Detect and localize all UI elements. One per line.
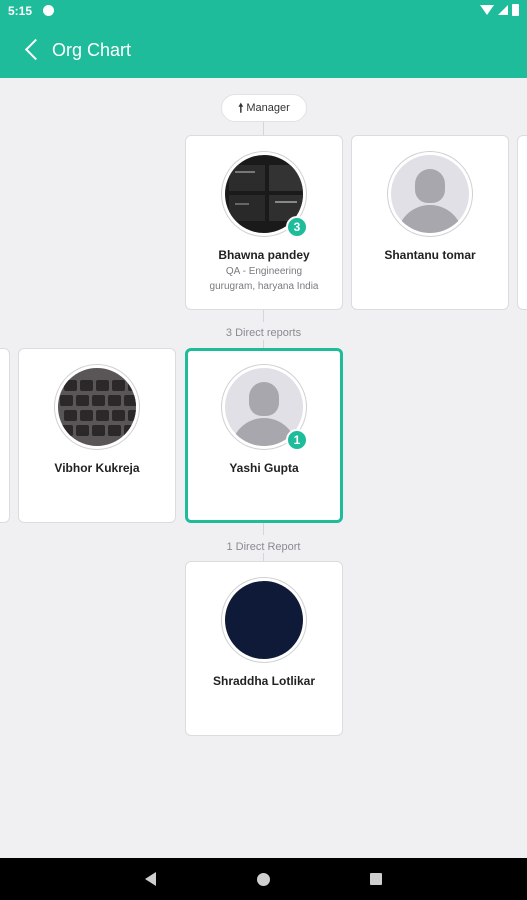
employee-card-shantanu[interactable]: Shantanu tomar <box>351 135 509 310</box>
org-chart-canvas[interactable]: 🠕 Manager 3 Bhawna pandey QA - Engineeri… <box>0 78 527 858</box>
wifi-icon <box>480 5 494 15</box>
employee-card-vibhor[interactable]: Vibhor Kukreja <box>18 348 176 523</box>
signal-icon <box>498 5 508 15</box>
employee-location: gurugram, haryana India <box>209 281 319 292</box>
nav-home-icon[interactable] <box>257 873 270 886</box>
reports-count-badge: 3 <box>286 216 308 238</box>
connector-line <box>263 310 264 322</box>
employee-name: Vibhor Kukreja <box>54 461 140 475</box>
manager-button[interactable]: 🠕 Manager <box>221 94 307 122</box>
direct-reports-count: 3 Direct reports <box>225 327 302 339</box>
connector-line <box>263 122 264 136</box>
arrow-up-icon: 🠕 <box>238 101 244 115</box>
page-title: Org Chart <box>52 40 132 60</box>
avatar <box>55 365 139 449</box>
connector-line <box>263 553 264 561</box>
notification-icon <box>43 5 54 16</box>
employee-name: Yashi Gupta <box>229 461 299 475</box>
employee-card-shraddha[interactable]: Shraddha Lotlikar <box>185 561 343 736</box>
app-bar: Org Chart <box>0 22 527 78</box>
avatar <box>222 578 306 662</box>
battery-icon <box>512 4 519 16</box>
manager-label: Manager <box>246 102 290 114</box>
employee-name: Bhawna pandey <box>218 248 310 262</box>
status-icons <box>480 4 519 16</box>
employee-name: Shantanu tomar <box>384 248 476 262</box>
employee-name: Shraddha Lotlikar <box>212 674 316 688</box>
employee-card-bhawna[interactable]: 3 Bhawna pandey QA - Engineering gurugra… <box>185 135 343 310</box>
reports-count-badge: 1 <box>286 429 308 451</box>
connector-line <box>263 340 264 348</box>
system-nav-bar <box>0 858 527 900</box>
nav-recents-icon[interactable] <box>370 873 382 885</box>
nav-back-icon[interactable] <box>145 872 156 886</box>
employee-card-yashi-selected[interactable]: 1 Yashi Gupta <box>185 348 343 523</box>
employee-title: QA - Engineering <box>225 266 303 277</box>
connector-line <box>263 523 264 535</box>
back-arrow-icon[interactable] <box>22 37 44 63</box>
default-avatar-icon <box>388 152 472 236</box>
employee-card-partial[interactable] <box>517 135 527 310</box>
employee-card-partial[interactable] <box>0 348 10 523</box>
status-bar: 5:15 <box>0 0 527 22</box>
status-time: 5:15 <box>8 4 33 18</box>
direct-reports-count: 1 Direct Report <box>226 541 301 553</box>
avatar-photo <box>60 380 136 436</box>
